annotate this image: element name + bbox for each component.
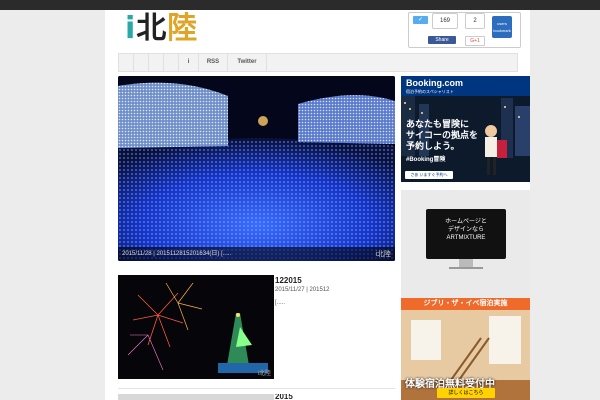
booking-subtitle: 宿泊予約のスペシャリスト xyxy=(406,89,454,94)
facebook-share-button[interactable]: Share xyxy=(428,36,456,44)
nav-item-twitter[interactable]: Twitter xyxy=(228,54,267,71)
monitor-stand xyxy=(459,259,473,267)
post-item[interactable]: 2015 xyxy=(118,394,395,400)
booking-copy: あなたも冒険に サイコーの拠点を 予約しよう。 xyxy=(406,119,478,152)
post-meta: 2015/11/27 | 201512 xyxy=(275,287,330,293)
artmixture-ad[interactable]: ホームページと デザインなら ARTMIXTURE ジブリ・ザ・イベ宿泊実施 体… xyxy=(401,190,530,400)
featured-illumination-image xyxy=(118,76,395,261)
thumb-watermark: i北陸 xyxy=(257,371,271,377)
booking-copy-line2: サイコーの拠点を xyxy=(406,130,479,140)
monitor-line2: デザインなら xyxy=(447,227,484,233)
nav-item-2[interactable] xyxy=(134,54,149,71)
featured-watermark: i北陸 xyxy=(375,251,391,258)
logo-hoku: 北 xyxy=(136,11,168,46)
monitor-base xyxy=(449,267,483,269)
main-nav: i RSS Twitter xyxy=(118,53,518,72)
post-title[interactable]: 2015 xyxy=(275,394,293,400)
ad-cta-button[interactable]: 詳しくはこちら xyxy=(437,388,495,398)
post-title[interactable]: 122015 xyxy=(275,276,302,285)
post-excerpt: [..... xyxy=(275,300,286,306)
featured-post[interactable]: 2015/11/28 | 2015112815201634(日) [..... … xyxy=(118,76,395,261)
logo-riku: 陸 xyxy=(167,11,199,46)
booking-copy-line3: 予約しよう。 xyxy=(406,141,460,151)
booking-copy-line1: あなたも冒険に xyxy=(406,119,470,129)
booking-header: Booking.com 宿泊予約のスペシャリスト xyxy=(401,76,530,96)
page-container: i北陸 ✓ 169 Share 2 G+1 users bookmark i R… xyxy=(105,10,530,400)
featured-caption: 2015/11/28 | 2015112815201634(日) [..... xyxy=(118,247,395,261)
post-item[interactable]: i北陸 122015 2015/11/27 | 201512 [..... xyxy=(118,275,395,380)
top-bar xyxy=(0,0,600,10)
booking-ad[interactable]: Booking.com 宿泊予約のスペシャリスト あなたも冒険に サイコーの拠点… xyxy=(401,76,530,182)
post-thumbnail[interactable] xyxy=(118,394,274,400)
nav-item-rss[interactable]: RSS xyxy=(199,54,228,71)
nav-item-1[interactable] xyxy=(119,54,134,71)
share-box: ✓ 169 Share 2 G+1 users bookmark xyxy=(408,12,521,48)
fireworks-image xyxy=(118,275,274,379)
logo-text: i北陸 xyxy=(125,10,198,48)
divider xyxy=(118,388,395,389)
nav-item-i[interactable]: i xyxy=(179,54,199,71)
hatena-users-label: users xyxy=(497,21,507,26)
twitter-icon[interactable]: ✓ xyxy=(413,16,428,24)
booking-cta-button[interactable]: さあ いますぐ予約へ xyxy=(405,171,453,179)
nav-item-3[interactable] xyxy=(149,54,164,71)
post-thumbnail[interactable]: i北陸 xyxy=(118,275,274,379)
monitor-line3: ARTMIXTURE xyxy=(446,235,486,241)
logo-i: i xyxy=(125,11,137,46)
ad-banner: ジブリ・ザ・イベ宿泊実施 xyxy=(401,298,530,310)
booking-hashtag: #Booking冒険 xyxy=(406,157,446,163)
facebook-count: 2 xyxy=(465,13,485,29)
hatena-bookmark-button[interactable]: users bookmark xyxy=(492,16,512,38)
site-logo[interactable]: i北陸 xyxy=(125,10,210,50)
booking-logo: Booking.com xyxy=(406,78,464,88)
gplus-button[interactable]: G+1 xyxy=(465,36,485,46)
nav-item-4[interactable] xyxy=(164,54,179,71)
monitor-line1: ホームページと xyxy=(445,219,487,225)
twitter-count: 169 xyxy=(432,13,458,29)
monitor-screen: ホームページと デザインなら ARTMIXTURE xyxy=(426,209,506,259)
hatena-bookmark-label: bookmark xyxy=(493,28,511,33)
